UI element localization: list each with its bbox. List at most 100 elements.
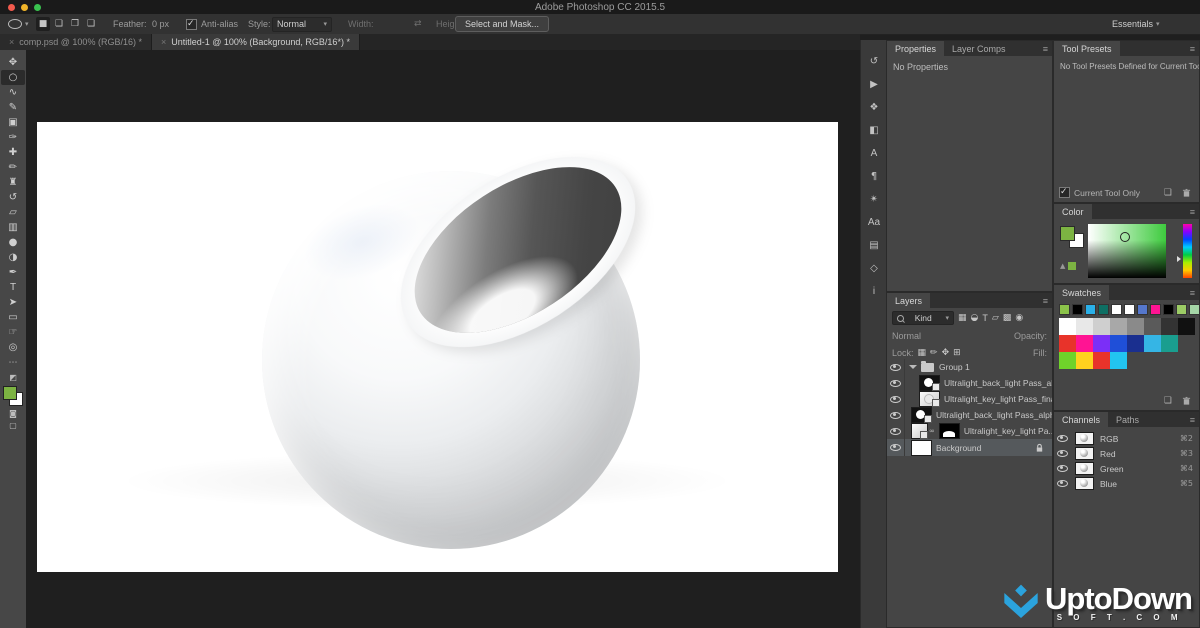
move-tool[interactable]: ✥ bbox=[1, 55, 25, 70]
panel-menu-icon[interactable]: ≡ bbox=[1043, 296, 1048, 306]
history-brush-tool[interactable]: ↺ bbox=[1, 190, 25, 205]
adjustments-panel-icon[interactable]: ◧ bbox=[861, 119, 887, 142]
channel-row-red[interactable]: Red ⌘3 bbox=[1054, 446, 1199, 461]
swatch[interactable] bbox=[1076, 318, 1093, 335]
lasso-tool[interactable]: ∿ bbox=[1, 85, 25, 100]
glyphs-panel-icon[interactable]: ✴ bbox=[861, 188, 887, 211]
panel-menu-icon[interactable]: ≡ bbox=[1190, 207, 1195, 217]
info-panel-icon[interactable]: i bbox=[861, 280, 887, 303]
swatch[interactable] bbox=[1111, 304, 1122, 315]
blur-tool[interactable]: ● bbox=[1, 235, 25, 250]
panel-menu-icon[interactable]: ≡ bbox=[1190, 415, 1195, 425]
layer-thumbnail[interactable] bbox=[911, 407, 932, 423]
quick-mask-button[interactable]: ◙ bbox=[6, 409, 20, 418]
swatch[interactable] bbox=[1127, 335, 1144, 352]
saturation-brightness-field[interactable] bbox=[1088, 224, 1166, 278]
blend-mode-dropdown[interactable]: Normal bbox=[892, 331, 921, 341]
current-tool-only-control[interactable]: Current Tool Only bbox=[1059, 187, 1140, 198]
swatch[interactable] bbox=[1144, 318, 1161, 335]
visibility-toggle[interactable] bbox=[887, 375, 905, 391]
filter-adjustment-icon[interactable]: ◒ bbox=[971, 313, 979, 323]
filter-type-icon[interactable]: T bbox=[982, 313, 988, 323]
lock-position-icon[interactable]: ✥ bbox=[942, 348, 950, 358]
swatch[interactable] bbox=[1137, 304, 1148, 315]
visibility-toggle[interactable] bbox=[887, 391, 905, 407]
tab-paths[interactable]: Paths bbox=[1108, 412, 1147, 427]
select-and-mask-button[interactable]: Select and Mask... bbox=[455, 16, 549, 32]
visibility-toggle[interactable] bbox=[1054, 461, 1071, 476]
tab-swatches[interactable]: Swatches bbox=[1054, 285, 1109, 300]
spot-healing-brush-tool[interactable]: ✚ bbox=[1, 145, 25, 160]
swatch[interactable] bbox=[1059, 304, 1070, 315]
swatch[interactable] bbox=[1059, 318, 1076, 335]
layer-thumbnail[interactable] bbox=[911, 423, 928, 439]
dodge-tool[interactable]: ◑ bbox=[1, 250, 25, 265]
swatch[interactable] bbox=[1189, 304, 1200, 315]
filter-smart-object-icon[interactable]: ▩ bbox=[1003, 313, 1012, 323]
canvas-area[interactable] bbox=[26, 50, 860, 628]
add-selection-button[interactable]: ❏ bbox=[52, 17, 66, 31]
swatch[interactable] bbox=[1093, 335, 1110, 352]
tool-preset-picker[interactable]: ▾ bbox=[8, 14, 29, 34]
layer-mask-thumbnail[interactable] bbox=[939, 423, 960, 439]
tab-layers[interactable]: Layers bbox=[887, 293, 930, 308]
swatch[interactable] bbox=[1093, 352, 1110, 369]
swatch[interactable] bbox=[1124, 304, 1135, 315]
antialias-checkbox[interactable] bbox=[186, 19, 197, 30]
layer-thumbnail[interactable] bbox=[919, 391, 940, 407]
close-icon[interactable]: × bbox=[161, 37, 166, 47]
gradient-tool[interactable]: ▥ bbox=[1, 220, 25, 235]
swatch[interactable] bbox=[1163, 304, 1174, 315]
tab-channels[interactable]: Channels bbox=[1054, 412, 1108, 427]
swatch[interactable] bbox=[1161, 318, 1178, 335]
filter-toggle-icon[interactable]: ◉ bbox=[1015, 313, 1023, 323]
color-chips[interactable] bbox=[3, 386, 23, 406]
layer-filter-kind[interactable]: Kind bbox=[915, 313, 932, 323]
foreground-color-chip[interactable] bbox=[1060, 226, 1075, 241]
3d-panel-icon[interactable]: ◇ bbox=[861, 257, 887, 280]
layer-row[interactable]: Ultralight_key_light Pass_fina... bbox=[887, 391, 1052, 407]
filter-shape-icon[interactable]: ▱ bbox=[992, 313, 999, 323]
crop-tool[interactable]: ▣ bbox=[1, 115, 25, 130]
character-styles-panel-icon[interactable]: Aa bbox=[861, 211, 887, 234]
tab-tool-presets[interactable]: Tool Presets bbox=[1054, 41, 1120, 56]
visibility-toggle[interactable] bbox=[1054, 446, 1071, 461]
libraries-panel-icon[interactable]: ▤ bbox=[861, 234, 887, 257]
pen-tool[interactable]: ✒ bbox=[1, 265, 25, 280]
document-canvas[interactable] bbox=[37, 122, 838, 572]
rectangle-tool[interactable]: ▭ bbox=[1, 310, 25, 325]
layer-row[interactable]: Ultralight_back_light Pass_alpha... bbox=[887, 407, 1052, 423]
style-dropdown[interactable]: Normal▾ bbox=[272, 14, 332, 34]
swatch[interactable] bbox=[1059, 352, 1076, 369]
quick-selection-tool[interactable]: ✎ bbox=[1, 100, 25, 115]
channel-row-rgb[interactable]: RGB ⌘2 bbox=[1054, 431, 1199, 446]
zoom-tool[interactable]: ◎ bbox=[1, 340, 25, 355]
swatch[interactable] bbox=[1110, 352, 1127, 369]
swatch[interactable] bbox=[1059, 335, 1076, 352]
tab-layer-comps[interactable]: Layer Comps bbox=[944, 41, 1014, 56]
channel-row-green[interactable]: Green ⌘4 bbox=[1054, 461, 1199, 476]
workspace-dropdown[interactable]: Essentials ▾ bbox=[1112, 14, 1160, 34]
eraser-tool[interactable]: ▱ bbox=[1, 205, 25, 220]
hue-slider-marker[interactable] bbox=[1177, 256, 1181, 262]
color-cursor[interactable] bbox=[1120, 232, 1130, 242]
layer-row[interactable]: Ultralight_back_light Pass_al... bbox=[887, 375, 1052, 391]
tab-color[interactable]: Color bbox=[1054, 204, 1092, 219]
delete-icon[interactable] bbox=[1182, 188, 1191, 198]
layer-row-background[interactable]: Background bbox=[887, 439, 1052, 456]
visibility-toggle[interactable] bbox=[887, 407, 905, 423]
swatch[interactable] bbox=[1150, 304, 1161, 315]
lock-all-icon[interactable]: ⊞ bbox=[953, 348, 961, 358]
close-icon[interactable]: × bbox=[9, 37, 14, 47]
channel-row-blue[interactable]: Blue ⌘5 bbox=[1054, 476, 1199, 491]
lock-transparency-icon[interactable]: ▦ bbox=[918, 348, 927, 358]
swatch[interactable] bbox=[1144, 335, 1161, 352]
intersect-selection-button[interactable]: ❑ bbox=[84, 17, 98, 31]
feather-input[interactable]: 0 px bbox=[152, 14, 169, 34]
actions-panel-icon[interactable]: ▶ bbox=[861, 73, 887, 96]
paragraph-panel-icon[interactable]: ¶ bbox=[861, 165, 887, 188]
styles-panel-icon[interactable]: ❖ bbox=[861, 96, 887, 119]
layer-thumbnail[interactable] bbox=[911, 440, 932, 456]
layer-row[interactable]: ∞ Ultralight_key_light Pa... bbox=[887, 423, 1052, 439]
tab-untitled-1[interactable]: × Untitled-1 @ 100% (Background, RGB/16*… bbox=[152, 34, 360, 50]
